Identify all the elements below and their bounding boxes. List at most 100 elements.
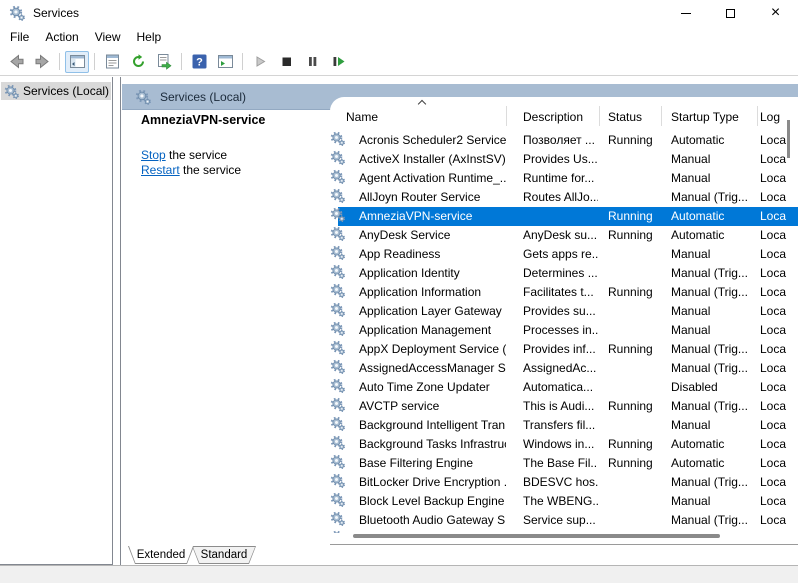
column-header-log-on-as[interactable]: Log <box>760 110 780 124</box>
selected-service-title: AmneziaVPN-service <box>141 113 266 127</box>
tree-item-label: Services (Local) <box>23 84 110 98</box>
cell-name: Application Information <box>359 285 482 299</box>
cell-name: Background Intelligent Tran... <box>359 418 506 432</box>
menu-item-file[interactable]: File <box>2 26 37 48</box>
table-row[interactable]: Application Layer Gateway ... Provides s… <box>330 302 798 321</box>
table-row[interactable]: AppX Deployment Service (... Provides in… <box>330 340 798 359</box>
table-row[interactable]: ActiveX Installer (AxInstSV) Provides Us… <box>330 150 798 169</box>
stop-service-text: the service <box>165 148 228 162</box>
workspace: Services (Local) Services (Local) Name D… <box>0 77 798 583</box>
close-icon: × <box>770 4 781 21</box>
pause-service-button[interactable] <box>300 51 324 73</box>
stop-service-link[interactable]: Stop <box>141 148 166 162</box>
restart-service-link[interactable]: Restart <box>141 163 180 177</box>
table-row[interactable]: AssignedAccessManager Se... AssignedAc..… <box>330 359 798 378</box>
cell-description: Windows in... <box>523 437 595 451</box>
menu-item-view[interactable]: View <box>87 26 129 48</box>
vertical-scrollbar-thumb[interactable] <box>787 120 790 158</box>
table-row[interactable]: App Readiness Gets apps re... Manual Loc… <box>330 245 798 264</box>
cell-name: Base Filtering Engine <box>359 456 474 470</box>
cell-log-on-as: Loca <box>760 190 787 204</box>
table-row[interactable]: Auto Time Zone Updater Automatica... Dis… <box>330 378 798 397</box>
table-row[interactable]: Agent Activation Runtime_... Runtime for… <box>330 169 798 188</box>
cell-description: Service sup... <box>523 513 596 527</box>
table-row[interactable]: BitLocker Drive Encryption ... BDESVC ho… <box>330 473 798 492</box>
column-divider[interactable] <box>506 106 507 126</box>
cell-description: Provides Us... <box>523 152 598 166</box>
cell-log-on-as: Loca <box>760 323 787 337</box>
table-row[interactable]: Base Filtering Engine The Base Fil... Ru… <box>330 454 798 473</box>
table-row[interactable]: Block Level Backup Engine ... The WBENG.… <box>330 492 798 511</box>
table-row[interactable]: AllJoyn Router Service Routes AllJo... M… <box>330 188 798 207</box>
service-gear-icon <box>330 492 346 508</box>
stop-service-button[interactable] <box>274 51 298 73</box>
column-header-status[interactable]: Status <box>608 110 642 124</box>
service-gear-icon <box>330 207 346 223</box>
cell-description: Processes in... <box>523 323 598 337</box>
minimize-button[interactable] <box>663 0 708 26</box>
cell-name: AnyDesk Service <box>359 228 451 242</box>
refresh-button[interactable] <box>126 51 150 73</box>
table-row[interactable]: Background Tasks Infrastruc... Windows i… <box>330 435 798 454</box>
table-row[interactable] <box>330 530 798 533</box>
table-row[interactable]: Application Information Facilitates t...… <box>330 283 798 302</box>
export-list-button[interactable] <box>152 51 176 73</box>
cell-startup-type: Manual (Trig... <box>671 513 748 527</box>
cell-description: Runtime for... <box>523 171 595 185</box>
tab-standard[interactable]: Standard <box>192 546 256 564</box>
services-header-icon <box>135 89 151 105</box>
cell-log-on-as: Loca <box>760 342 787 356</box>
table-row[interactable]: Application Identity Determines ... Manu… <box>330 264 798 283</box>
cell-startup-type: Manual <box>671 418 711 432</box>
cell-startup-type: Manual (Trig... <box>671 190 748 204</box>
table-row[interactable]: AmneziaVPN-service Running Automatic Loc… <box>330 207 798 226</box>
menu-item-help[interactable]: Help <box>129 26 170 48</box>
table-row[interactable]: Application Management Processes in... M… <box>330 321 798 340</box>
cell-startup-type: Manual <box>671 171 711 185</box>
table-row[interactable]: AnyDesk Service AnyDesk su... Running Au… <box>330 226 798 245</box>
back-button[interactable] <box>4 51 28 73</box>
toolbar: ? <box>0 48 798 76</box>
cell-startup-type: Manual (Trig... <box>671 475 748 489</box>
cell-status: Running <box>608 437 653 451</box>
cell-description: AssignedAc... <box>523 361 597 375</box>
cell-log-on-as: Loca <box>760 399 787 413</box>
cell-name: AmneziaVPN-service <box>359 209 473 223</box>
close-button[interactable]: × <box>753 0 798 26</box>
column-header-description[interactable]: Description <box>523 110 583 124</box>
column-divider[interactable] <box>599 106 600 126</box>
tree-item-services-local[interactable]: Services (Local) <box>1 82 111 100</box>
cell-description: Provides su... <box>523 304 596 318</box>
column-header-name[interactable]: Name <box>346 110 378 124</box>
start-service-button[interactable] <box>248 51 272 73</box>
column-header-startup-type[interactable]: Startup Type <box>671 110 739 124</box>
properties-button[interactable] <box>100 51 124 73</box>
service-gear-icon <box>330 131 346 147</box>
column-divider[interactable] <box>661 106 662 126</box>
window-title: Services <box>33 6 80 20</box>
show-console-tree-button[interactable] <box>65 50 89 73</box>
column-divider[interactable] <box>757 106 758 126</box>
restart-service-button[interactable] <box>326 51 350 73</box>
cell-log-on-as: Loca <box>760 361 787 375</box>
help-button[interactable]: ? <box>187 51 211 73</box>
horizontal-scrollbar-thumb[interactable] <box>353 534 720 538</box>
cell-status: Running <box>608 456 653 470</box>
cell-startup-type: Manual <box>671 152 711 166</box>
cell-startup-type: Manual (Trig... <box>671 266 748 280</box>
forward-button[interactable] <box>30 51 54 73</box>
table-row[interactable]: AVCTP service This is Audi... Running Ma… <box>330 397 798 416</box>
table-row[interactable]: Acronis Scheduler2 Service Позволяет ...… <box>330 131 798 150</box>
show-action-pane-button[interactable] <box>213 51 237 73</box>
cell-startup-type: Manual <box>671 247 711 261</box>
table-row[interactable]: Background Intelligent Tran... Transfers… <box>330 416 798 435</box>
properties-icon <box>105 54 119 69</box>
tab-extended[interactable]: Extended <box>128 546 194 564</box>
maximize-button[interactable] <box>708 0 753 26</box>
table-row[interactable]: Bluetooth Audio Gateway S... Service sup… <box>330 511 798 530</box>
services-node-icon <box>4 84 19 99</box>
menu-item-action[interactable]: Action <box>37 26 86 48</box>
services-app-icon <box>9 5 25 21</box>
cell-startup-type: Automatic <box>671 133 725 147</box>
cell-status: Running <box>608 228 653 242</box>
